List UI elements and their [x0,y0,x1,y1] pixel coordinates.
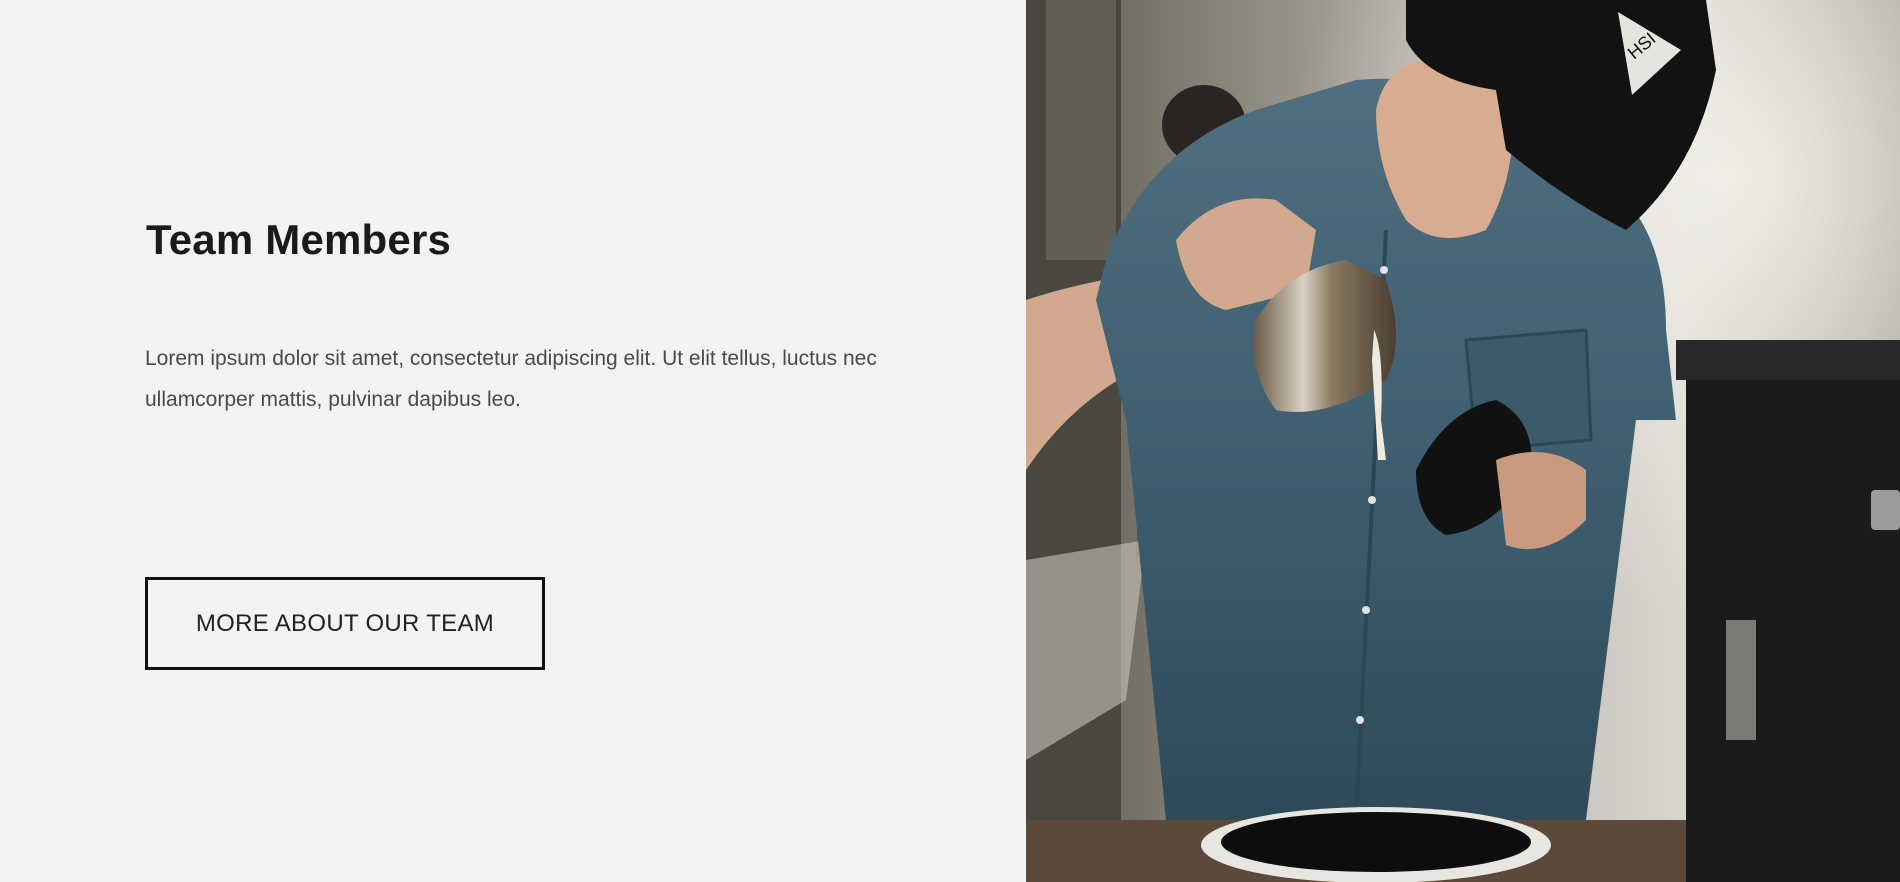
barista-pouring-milk-image: HSI [1026,0,1900,882]
more-about-team-button[interactable]: MORE ABOUT OUR TEAM [145,577,545,670]
team-section: Team Members Lorem ipsum dolor sit amet,… [0,0,1900,882]
barista-photo: HSI [1026,0,1900,882]
team-intro-panel: Team Members Lorem ipsum dolor sit amet,… [0,0,1026,882]
section-title: Team Members [146,216,452,263]
section-description: Lorem ipsum dolor sit amet, consectetur … [145,347,877,411]
